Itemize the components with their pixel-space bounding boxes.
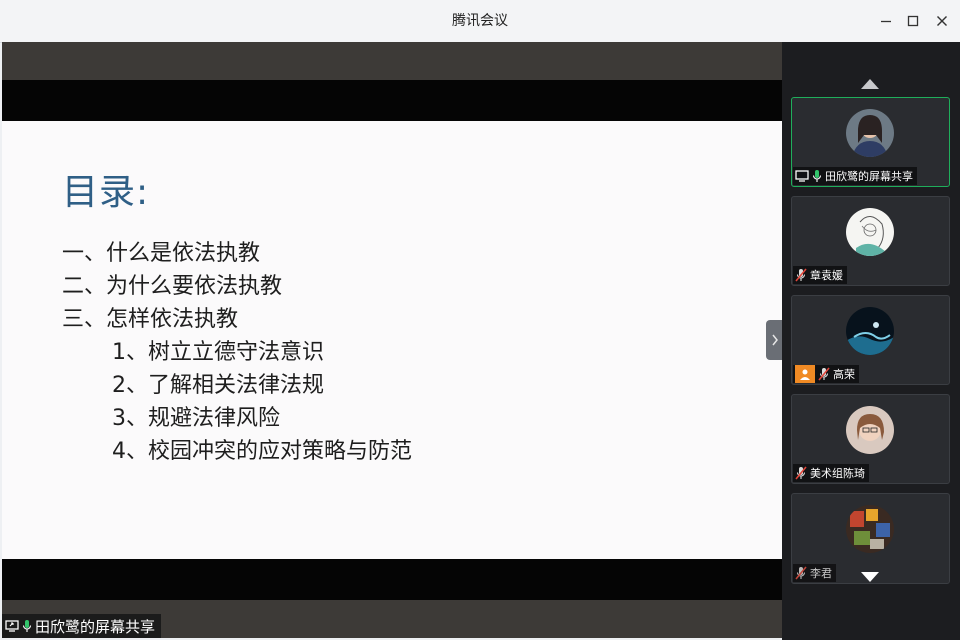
participant-tile[interactable]: 美术组陈琦 [791, 394, 950, 484]
toc-subitem: 2、了解相关法律法规 [112, 373, 324, 398]
presentation-slide: 目录: 一、什么是依法执教 二、为什么要依法执教 三、怎样依法执教 1、树立立德… [2, 121, 782, 559]
toc-subitem: 4、校园冲突的应对策略与防范 [112, 439, 412, 464]
participant-name: 章袁媛 [810, 269, 843, 282]
toc-item: 三、怎样依法执教 [62, 307, 239, 332]
minimize-button[interactable] [876, 11, 896, 31]
participant-tile[interactable]: 章袁媛 [791, 196, 950, 286]
shared-screen-stage[interactable]: 目录: 一、什么是依法执教 二、为什么要依法执教 三、怎样依法执教 1、树立立德… [2, 42, 782, 638]
avatar [846, 505, 894, 553]
participant-tile[interactable]: 高荣 [791, 295, 950, 385]
participant-name: 高荣 [833, 368, 855, 381]
table-of-contents: 一、什么是依法执教 二、为什么要依法执教 三、怎样依法执教 1、树立立德守法意识… [62, 237, 412, 468]
toc-subitem: 1、树立立德守法意识 [112, 340, 324, 365]
title-bar: 腾讯会议 [0, 0, 960, 43]
toc-subitem: 3、规避法律风险 [112, 406, 280, 431]
letterbox-top [2, 80, 782, 121]
participant-panel: 田欣鹭的屏幕共享 章袁媛 高荣 美术组陈琦 李君 [782, 42, 960, 640]
microphone-muted-icon [795, 566, 807, 580]
participant-name: 李君 [810, 567, 832, 580]
slide-title: 目录: [62, 172, 150, 213]
microphone-icon [812, 170, 822, 182]
close-button[interactable] [932, 11, 952, 31]
participant-tile[interactable]: 田欣鹭的屏幕共享 [791, 97, 950, 187]
participant-tile[interactable]: 李君 [791, 493, 950, 584]
screen-share-label-text: 田欣鹭的屏幕共享 [35, 617, 156, 636]
chevron-right-icon [772, 334, 778, 346]
maximize-button[interactable] [903, 11, 923, 31]
toc-item: 一、什么是依法执教 [62, 241, 261, 266]
scroll-up-arrow-icon[interactable] [861, 79, 879, 89]
screen-share-label: 田欣鹭的屏幕共享 [2, 614, 162, 638]
avatar [846, 208, 894, 256]
avatar [846, 307, 894, 355]
window-title: 腾讯会议 [452, 13, 508, 29]
participant-name: 美术组陈琦 [810, 467, 865, 480]
microphone-muted-icon [795, 268, 807, 282]
close-icon [937, 16, 947, 26]
maximize-icon [907, 15, 919, 27]
person-icon [795, 365, 815, 383]
avatar [846, 109, 894, 157]
microphone-icon [22, 620, 32, 632]
participant-nameplate: 田欣鹭的屏幕共享 [793, 167, 917, 185]
participant-name: 田欣鹭的屏幕共享 [825, 170, 913, 183]
participant-nameplate: 美术组陈琦 [793, 464, 869, 482]
participant-nameplate: 李君 [793, 564, 836, 582]
avatar [846, 406, 894, 454]
screen-share-icon [795, 170, 809, 182]
screen-share-icon [5, 620, 19, 632]
microphone-muted-icon [818, 367, 830, 381]
microphone-muted-icon [795, 466, 807, 480]
participant-nameplate: 高荣 [793, 365, 859, 383]
letterbox-bottom [2, 559, 782, 600]
minimize-icon [881, 20, 891, 23]
participant-nameplate: 章袁媛 [793, 266, 847, 284]
toc-item: 二、为什么要依法执教 [62, 274, 283, 299]
scroll-down-arrow-icon[interactable] [861, 572, 879, 582]
